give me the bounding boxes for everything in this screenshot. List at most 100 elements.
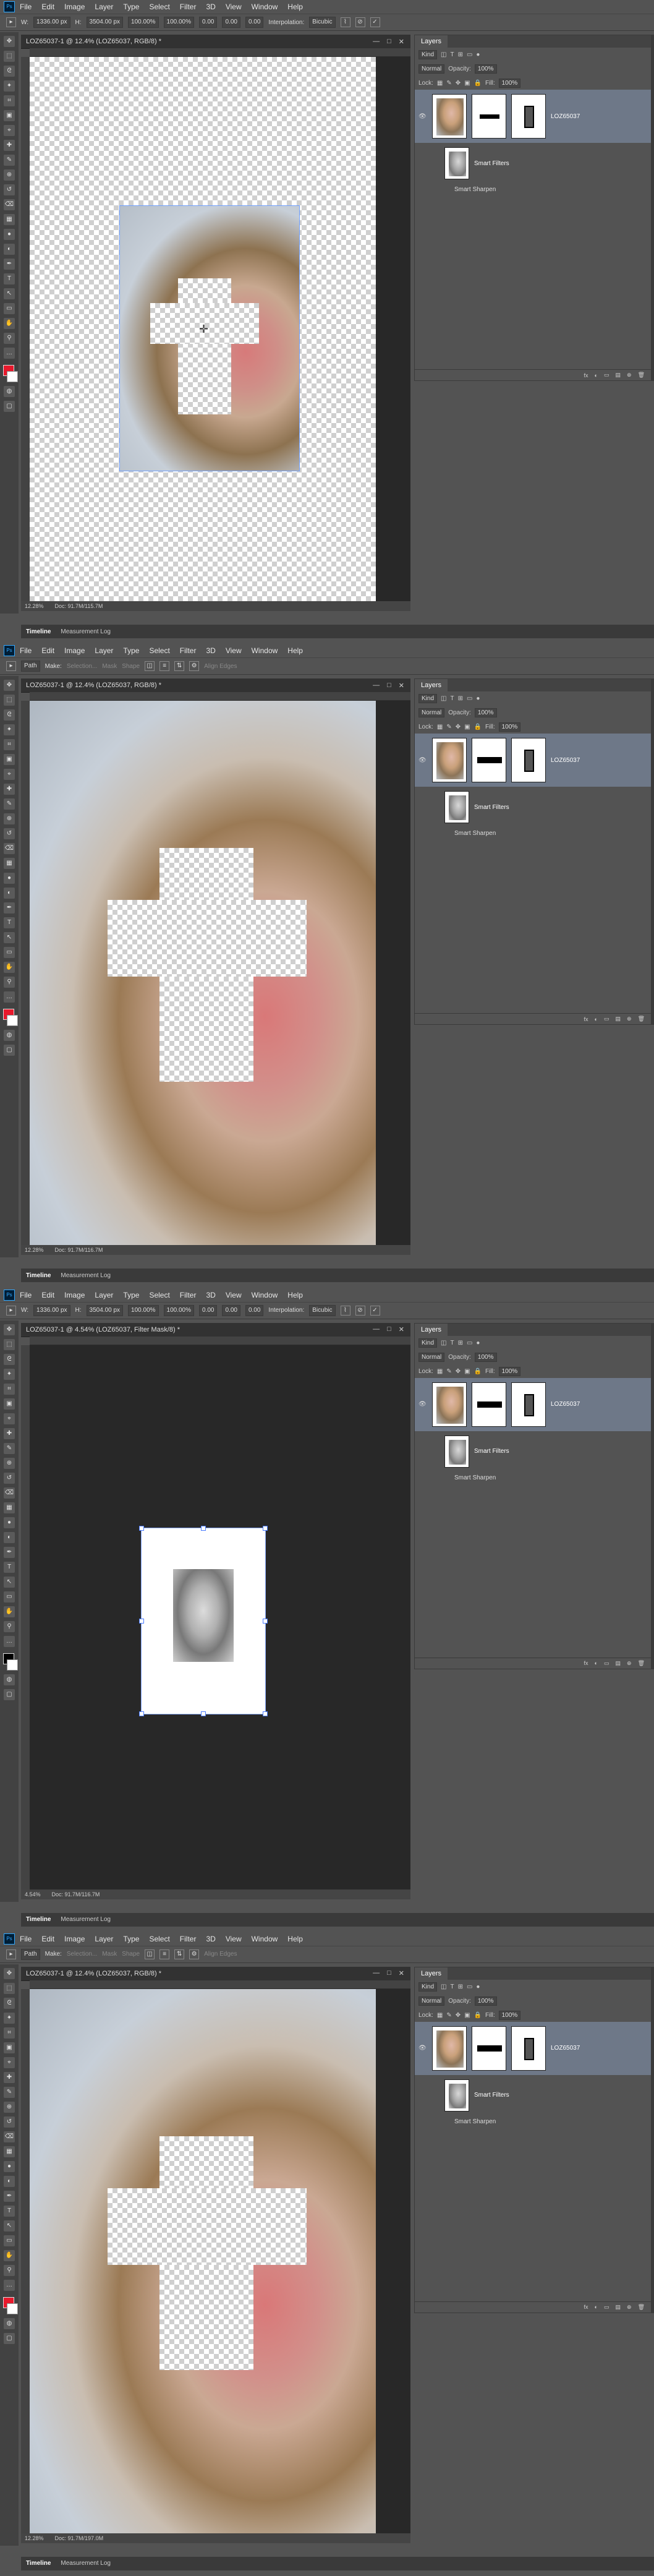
add-mask-icon[interactable]: ◐	[595, 1660, 598, 1666]
lock-transparent-icon[interactable]: ▦	[437, 2012, 443, 2019]
transform-handle[interactable]	[201, 1525, 206, 1531]
add-style-icon[interactable]: fx	[584, 372, 588, 379]
add-style-icon[interactable]: fx	[584, 1016, 588, 1022]
hand-tool-icon[interactable]: ✋	[4, 2249, 15, 2261]
zoom-level[interactable]: 12.28%	[25, 1247, 44, 1253]
layer-thumbnail[interactable]	[432, 94, 467, 139]
document-tab[interactable]: LOZ65037-1 @ 12.4% (LOZ65037, RGB/8) * —…	[21, 678, 410, 693]
make-shape-button[interactable]: Shape	[122, 1951, 140, 1958]
history-brush-tool-icon[interactable]: ↺	[4, 828, 15, 840]
height-field[interactable]: 3504.00 px	[86, 1304, 124, 1316]
path-ops-icon[interactable]: ◫	[145, 661, 155, 672]
cancel-icon[interactable]: ⊘	[355, 17, 365, 27]
fill-field[interactable]: 100%	[498, 1366, 521, 1376]
fill-field[interactable]: 100%	[498, 2010, 521, 2020]
opacity-field[interactable]: 100%	[474, 1352, 497, 1362]
type-tool-icon[interactable]: T	[4, 917, 15, 929]
transform-center-icon[interactable]: ✛	[199, 323, 208, 336]
make-mask-button[interactable]: Mask	[102, 663, 117, 670]
adjustment-icon[interactable]: ▭	[604, 1016, 609, 1022]
menu-filter[interactable]: Filter	[180, 646, 197, 655]
frame-tool-icon[interactable]: ▣	[4, 1398, 15, 1410]
marquee-tool-icon[interactable]: ⬚	[4, 1982, 15, 1994]
lock-position-icon[interactable]: ✥	[456, 724, 461, 730]
tab-layers[interactable]: Layers	[415, 35, 448, 48]
screen-mode-icon[interactable]: ▢	[4, 2332, 15, 2344]
smart-filters-row[interactable]: Smart Filters	[415, 789, 651, 825]
crop-tool-icon[interactable]: ⌗	[4, 2027, 15, 2039]
menu-layer[interactable]: Layer	[95, 1291, 113, 1299]
align-edges-checkbox[interactable]: Align Edges	[204, 1951, 237, 1958]
menu-window[interactable]: Window	[252, 646, 278, 655]
menu-3d[interactable]: 3D	[206, 2, 215, 11]
maximize-icon[interactable]: □	[387, 1325, 391, 1333]
gradient-tool-icon[interactable]: ▦	[4, 858, 15, 870]
path-align-icon[interactable]: ≡	[159, 1949, 170, 1959]
more-tool-icon[interactable]: …	[4, 991, 15, 1003]
opacity-field[interactable]: 100%	[474, 708, 497, 718]
smart-filter-mask-thumbnail[interactable]	[444, 1435, 469, 1468]
lasso-tool-icon[interactable]: ᘓ	[4, 1997, 15, 2009]
type-filter-icon[interactable]: T	[450, 51, 454, 58]
visibility-eye-icon[interactable]: 👁	[418, 2045, 427, 2052]
tab-timeline[interactable]: Timeline	[26, 628, 51, 635]
path-select-tool-icon[interactable]: ↖	[4, 1576, 15, 1588]
make-shape-button[interactable]: Shape	[122, 663, 140, 670]
document-tab[interactable]: LOZ65037-1 @ 4.54% (LOZ65037, Filter Mas…	[21, 1322, 410, 1337]
tab-measurement-log[interactable]: Measurement Log	[61, 2560, 111, 2567]
lock-position-icon[interactable]: ✥	[456, 1368, 461, 1375]
filter-kind-select[interactable]: Kind	[418, 1982, 438, 1992]
lock-transparent-icon[interactable]: ▦	[437, 724, 443, 730]
lock-all-icon[interactable]: 🔒	[474, 2012, 482, 2019]
gradient-tool-icon[interactable]: ▦	[4, 1502, 15, 1513]
vector-mask-thumbnail[interactable]	[511, 94, 546, 139]
smart-filter-icon[interactable]: ▭	[467, 1340, 472, 1346]
fill-field[interactable]: 100%	[498, 79, 521, 88]
group-icon[interactable]: ▤	[616, 2304, 621, 2311]
menu-filter[interactable]: Filter	[180, 2, 197, 11]
trash-icon[interactable]: 🗑	[638, 372, 645, 379]
canvas[interactable]	[30, 1988, 410, 2533]
tool-preset-icon[interactable]: ▸	[6, 17, 16, 27]
lock-artboard-icon[interactable]: ▣	[464, 2012, 470, 2019]
tab-layers[interactable]: Layers	[415, 1967, 448, 1980]
lock-all-icon[interactable]: 🔒	[474, 724, 482, 730]
new-layer-icon[interactable]: ⊕	[627, 372, 632, 379]
path-arrange-icon[interactable]: ⇅	[174, 1949, 185, 1959]
eyedropper-tool-icon[interactable]: ⌖	[4, 769, 15, 781]
transform-handle[interactable]	[139, 1525, 144, 1531]
blend-mode-select[interactable]: Normal	[418, 708, 445, 718]
rectangle-tool-icon[interactable]: ▭	[4, 1591, 15, 1603]
smart-sharpen-label[interactable]: Smart Sharpen	[454, 186, 496, 193]
menu-view[interactable]: View	[226, 1935, 242, 1943]
canvas[interactable]	[30, 701, 410, 1246]
quick-mask-icon[interactable]: ◍	[4, 2317, 15, 2329]
type-filter-icon[interactable]: T	[450, 695, 454, 702]
brush-tool-icon[interactable]: ✎	[4, 155, 15, 166]
layer-row[interactable]: 👁 LOZ65037	[415, 2021, 651, 2075]
menu-3d[interactable]: 3D	[206, 1935, 215, 1943]
opacity-field[interactable]: 100%	[474, 64, 497, 74]
menu-image[interactable]: Image	[64, 646, 85, 655]
close-icon[interactable]: ✕	[399, 1969, 404, 1977]
filter-kind-select[interactable]: Kind	[418, 1338, 438, 1348]
smart-filters-row[interactable]: Smart Filters	[415, 1434, 651, 1470]
screen-mode-icon[interactable]: ▢	[4, 401, 15, 412]
smart-filter-icon[interactable]: ▭	[467, 695, 472, 702]
crop-tool-icon[interactable]: ⌗	[4, 1383, 15, 1395]
shape-filter-icon[interactable]: ⊞	[458, 1340, 463, 1346]
group-icon[interactable]: ▤	[616, 1660, 621, 1667]
height-field[interactable]: 3504.00 px	[86, 17, 124, 28]
zoom-level[interactable]: 4.54%	[25, 1891, 41, 1898]
tab-layers[interactable]: Layers	[415, 679, 448, 692]
visibility-eye-icon[interactable]: 👁	[418, 113, 427, 120]
cancel-icon[interactable]: ⊘	[355, 1305, 365, 1316]
tool-preset-icon[interactable]: ▸	[6, 1305, 16, 1316]
gradient-tool-icon[interactable]: ▦	[4, 214, 15, 225]
maximize-icon[interactable]: □	[387, 38, 391, 46]
tab-measurement-log[interactable]: Measurement Log	[61, 1916, 111, 1923]
gradient-tool-icon[interactable]: ▦	[4, 2146, 15, 2157]
eraser-tool-icon[interactable]: ⌫	[4, 843, 15, 855]
layer-mask-thumbnail[interactable]	[472, 738, 506, 783]
warp-icon[interactable]: ⌇	[340, 1305, 350, 1316]
